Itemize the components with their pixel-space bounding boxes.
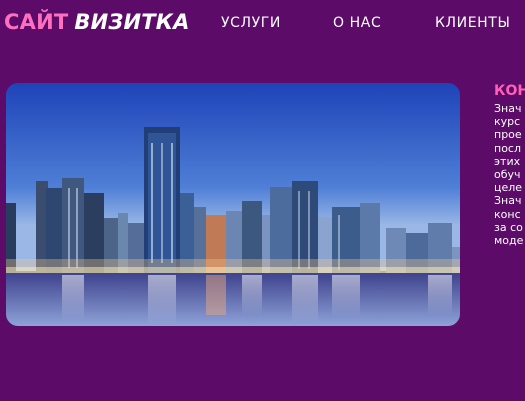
header: САЙТ ВИЗИТКА УСЛУГИ О НАС КЛИЕНТЫ: [0, 0, 525, 50]
city-skyline-illustration: [6, 83, 460, 326]
nav-item-about[interactable]: О НАС: [333, 15, 381, 31]
nav-item-services[interactable]: УСЛУГИ: [221, 15, 281, 31]
hero-image: [6, 83, 460, 326]
sidebar-paragraph: Знач курс прое посл этих обуч целе Знач …: [494, 102, 524, 248]
sidebar-text-block: КОН Знач курс прое посл этих обуч целе З…: [494, 83, 525, 283]
nav-item-clients[interactable]: КЛИЕНТЫ: [435, 15, 510, 31]
sidebar-title: КОН: [494, 83, 525, 99]
main-nav: УСЛУГИ О НАС КЛИЕНТЫ: [0, 15, 525, 35]
